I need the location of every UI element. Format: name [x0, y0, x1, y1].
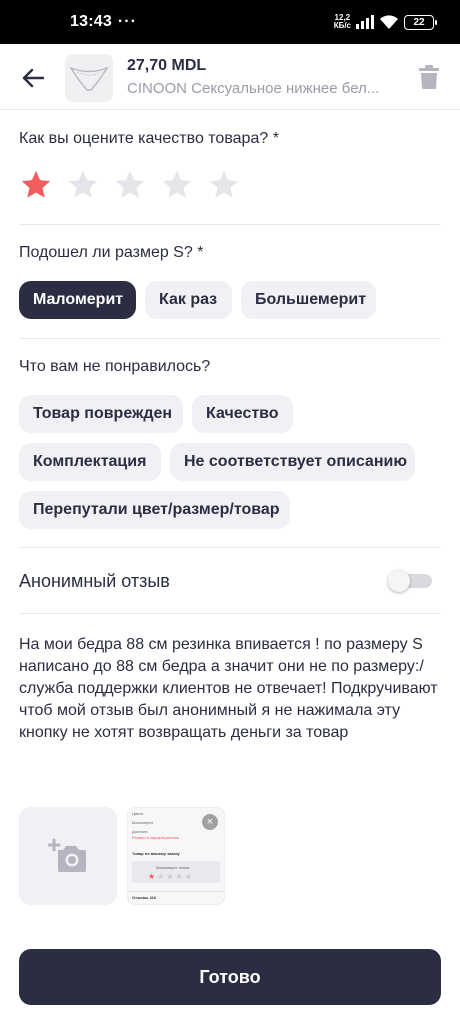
- star-icon-2[interactable]: [66, 168, 100, 202]
- thumb-stars: ★★★★★: [148, 872, 194, 881]
- dislike-option-quality[interactable]: Качество: [192, 395, 293, 433]
- star-icon-1[interactable]: [19, 168, 53, 202]
- delete-button[interactable]: [418, 64, 440, 90]
- dislike-option-mixed-up[interactable]: Перепутали цвет/размер/товар: [19, 491, 290, 529]
- dislike-option-damaged[interactable]: Товар поврежден: [19, 395, 183, 433]
- divider: [19, 613, 441, 614]
- dislike-option-completeness[interactable]: Комплектация: [19, 443, 161, 481]
- size-option-fits[interactable]: Как раз: [145, 281, 232, 319]
- star-icon-5[interactable]: [207, 168, 241, 202]
- dislike-option-not-as-described[interactable]: Не соответствует описанию: [170, 443, 415, 481]
- divider: [19, 338, 441, 339]
- size-option-small[interactable]: Маломерит: [19, 281, 136, 319]
- attached-photo[interactable]: Цвета Маломерит Доплата Размер в характе…: [127, 807, 225, 905]
- star-icon-3[interactable]: [113, 168, 147, 202]
- signal-icon: [356, 15, 374, 29]
- thumb-divider: [128, 891, 224, 892]
- done-button[interactable]: Готово: [19, 949, 441, 1005]
- trash-icon: [419, 65, 439, 89]
- remove-photo-button[interactable]: ×: [202, 814, 218, 830]
- product-name: CINOON Сексуальное нижнее бел...: [127, 80, 380, 97]
- status-time: 13:43: [70, 13, 112, 30]
- product-price: 27,70 MDL: [127, 57, 207, 74]
- arrow-left-icon: [22, 68, 44, 88]
- status-indicators: 12,2 КБ/с 22: [334, 14, 437, 30]
- status-bar: 13:43 ··· 12,2 КБ/с 22: [0, 0, 460, 44]
- wifi-icon: [380, 15, 398, 29]
- review-sheet: 27,70 MDL CINOON Сексуальное нижнее бел.…: [0, 44, 460, 1024]
- thumb-line: Доплата: [132, 829, 148, 834]
- battery-indicator: 22: [404, 14, 437, 30]
- add-photo-button[interactable]: [19, 807, 117, 905]
- rating-question: Как вы оцените качество товара? *: [19, 130, 279, 147]
- divider: [19, 547, 441, 548]
- size-question: Подошел ли размер S? *: [19, 244, 204, 261]
- lingerie-image: [69, 66, 109, 91]
- anonymous-review-label: Анонимный отзыв: [19, 571, 170, 591]
- close-icon: ×: [206, 816, 214, 828]
- anonymous-toggle[interactable]: [388, 570, 433, 592]
- product-header: 27,70 MDL CINOON Сексуальное нижнее бел.…: [0, 44, 460, 110]
- dislikes-question: Что вам не понравилось?: [19, 358, 211, 375]
- divider: [19, 224, 441, 225]
- add-photo-camera-icon: [48, 838, 86, 872]
- thumb-line: Маломерит: [132, 820, 154, 825]
- star-rating[interactable]: [19, 168, 241, 202]
- thumb-line: Товар по вашему заказу: [132, 851, 180, 856]
- thumb-line: Отзывы 416: [132, 895, 157, 900]
- thumb-line: Маломерит отзыв: [156, 865, 190, 870]
- review-text-input[interactable]: На мои бедра 88 см резинка впивается ! п…: [19, 634, 441, 744]
- star-icon-4[interactable]: [160, 168, 194, 202]
- product-thumbnail: [65, 54, 113, 102]
- thumb-line: Размер в характеристике: [132, 835, 180, 840]
- toggle-knob: [388, 570, 410, 592]
- size-option-large[interactable]: Большемерит: [241, 281, 376, 319]
- net-speed: 12,2 КБ/с: [334, 14, 351, 30]
- status-notification-dots: ···: [117, 13, 137, 30]
- net-speed-unit: КБ/с: [333, 21, 351, 30]
- back-button[interactable]: [16, 62, 50, 94]
- thumb-line: Цвета: [132, 811, 144, 816]
